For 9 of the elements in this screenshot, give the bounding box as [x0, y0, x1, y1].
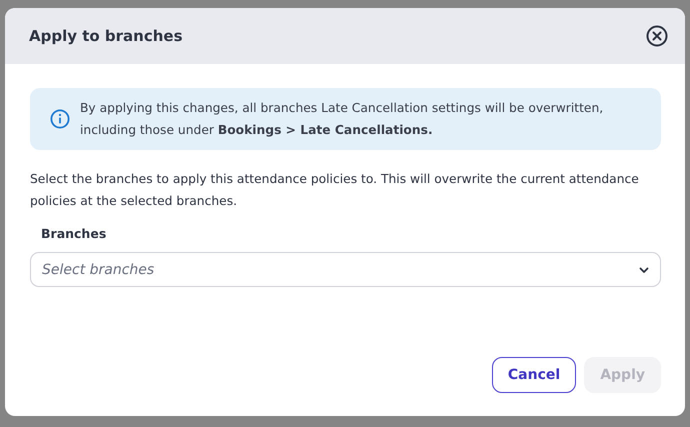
chevron-down-icon	[639, 267, 649, 274]
branches-select[interactable]: Select branches	[30, 252, 661, 287]
notice-text: By applying this changes, all branches Late Cancellation settings will be overwritten, including those under Bookings > Late Cancellations.	[80, 100, 604, 139]
field-label: Branches	[41, 226, 108, 241]
dialog-title: Apply to branches	[29, 27, 183, 45]
close-icon[interactable]	[646, 25, 668, 47]
description-text: Select the branches to apply this attendance policies to. This will overwrite the current attendance policies at the selected branches.	[30, 171, 640, 210]
info-icon	[50, 109, 70, 129]
dialog-button[interactable]: Cancel	[492, 357, 576, 393]
